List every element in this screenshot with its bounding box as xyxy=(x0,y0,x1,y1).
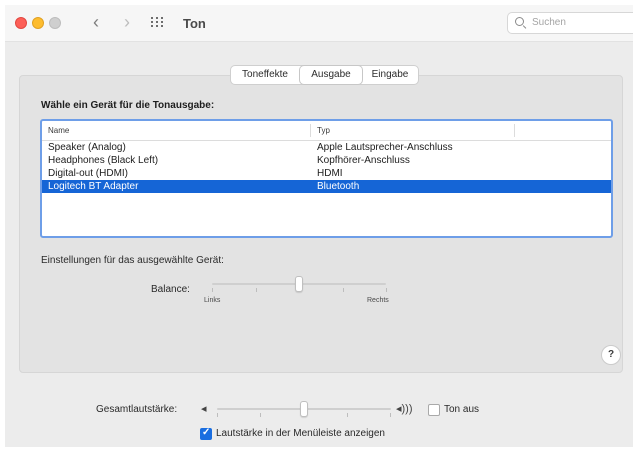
search-placeholder: Suchen xyxy=(532,17,566,28)
volume-tick xyxy=(347,413,348,417)
tab-bar: Toneffekte Ausgabe Eingabe xyxy=(230,65,419,85)
device-type: Bluetooth xyxy=(317,181,360,192)
balance-tick xyxy=(343,288,344,292)
device-type: Apple Lautsprecher-Anschluss xyxy=(317,142,453,153)
device-name: Headphones (Black Left) xyxy=(48,155,159,166)
output-device-heading: Wähle ein Gerät für die Tonausgabe: xyxy=(41,100,215,111)
speaker-high-icon: ◂))) xyxy=(396,403,413,415)
column-header-name[interactable]: Name xyxy=(48,126,69,135)
window-title: Ton xyxy=(183,16,206,31)
table-row[interactable]: Speaker (Analog) Apple Lautsprecher-Ansc… xyxy=(42,141,611,154)
device-name: Digital-out (HDMI) xyxy=(48,168,129,179)
balance-left-label: Links xyxy=(204,297,221,304)
balance-label: Balance: xyxy=(151,284,190,295)
speaker-low-icon: ◂ xyxy=(201,403,207,415)
back-button[interactable]: ‹ xyxy=(87,12,105,32)
volume-tick xyxy=(260,413,261,417)
search-field[interactable]: Suchen xyxy=(507,12,633,34)
device-settings-label: Einstellungen für das ausgewählte Gerät: xyxy=(41,255,224,266)
device-type: HDMI xyxy=(317,168,343,179)
volume-slider-thumb[interactable] xyxy=(300,401,308,417)
tab-toneffekte[interactable]: Toneffekte xyxy=(231,66,299,84)
mute-checkbox[interactable] xyxy=(428,404,440,416)
column-divider xyxy=(514,124,515,137)
chevron-right-icon: › xyxy=(124,12,130,32)
minimize-window-button[interactable] xyxy=(32,17,44,29)
volume-tick xyxy=(217,413,218,417)
search-icon xyxy=(515,17,524,26)
table-row-selected[interactable]: Logitech BT Adapter Bluetooth xyxy=(42,180,611,193)
mute-label: Ton aus xyxy=(444,404,480,415)
zoom-window-button[interactable] xyxy=(49,17,61,29)
tab-eingabe[interactable]: Eingabe xyxy=(362,66,418,84)
column-divider xyxy=(310,124,311,137)
show-all-grid-icon[interactable] xyxy=(151,17,165,28)
tab-ausgabe[interactable]: Ausgabe xyxy=(300,66,362,84)
help-button[interactable]: ? xyxy=(601,345,621,365)
table-row[interactable]: Digital-out (HDMI) HDMI xyxy=(42,167,611,180)
balance-right-label: Rechts xyxy=(367,297,389,304)
balance-tick xyxy=(256,288,257,292)
table-header: Name Typ xyxy=(42,121,611,141)
balance-tick xyxy=(386,288,387,292)
balance-slider-thumb[interactable] xyxy=(295,276,303,292)
chevron-left-icon: ‹ xyxy=(93,12,99,32)
forward-button[interactable]: › xyxy=(118,12,136,32)
device-name: Logitech BT Adapter xyxy=(48,181,139,192)
title-bar: ‹ › Ton Suchen xyxy=(5,5,633,42)
show-volume-in-menubar-label: Lautstärke in der Menüleiste anzeigen xyxy=(216,428,385,439)
device-type: Kopfhörer-Anschluss xyxy=(317,155,410,166)
device-name: Speaker (Analog) xyxy=(48,142,126,153)
column-header-type[interactable]: Typ xyxy=(317,126,330,135)
preferences-window: ‹ › Ton Suchen Toneffekte Ausgabe Eingab… xyxy=(5,5,633,447)
show-volume-in-menubar-checkbox[interactable] xyxy=(200,427,212,440)
volume-label: Gesamtlautstärke: xyxy=(96,404,178,415)
output-device-table[interactable]: Name Typ Speaker (Analog) Apple Lautspre… xyxy=(40,119,613,238)
volume-tick xyxy=(390,413,391,417)
table-row[interactable]: Headphones (Black Left) Kopfhörer-Anschl… xyxy=(42,154,611,167)
close-window-button[interactable] xyxy=(15,17,27,29)
balance-tick xyxy=(212,288,213,292)
